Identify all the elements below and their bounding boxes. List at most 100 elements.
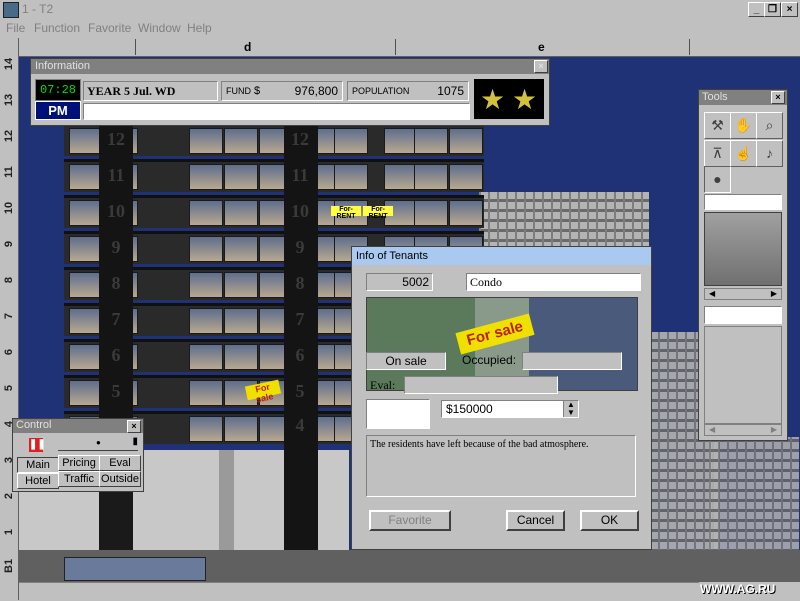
magnifier-icon[interactable]: ⌕: [756, 112, 783, 139]
tools-scrollbar[interactable]: ◀ ▶: [704, 288, 782, 300]
horizontal-scrollbar[interactable]: [19, 582, 699, 601]
minimize-button[interactable]: _: [748, 2, 765, 17]
favorite-button[interactable]: Favorite: [369, 510, 451, 531]
menu-function[interactable]: Function: [34, 21, 80, 35]
information-close-button[interactable]: ×: [534, 60, 548, 73]
pricing-button[interactable]: Pricing: [58, 455, 100, 471]
shaft-floor-number: 11: [107, 165, 125, 185]
condo-unit[interactable]: [449, 128, 483, 154]
menu-file[interactable]: File: [6, 21, 25, 35]
condo-unit[interactable]: [189, 416, 223, 442]
hand-point-icon[interactable]: ☝: [730, 140, 757, 167]
floor-label: 9: [3, 240, 15, 248]
condo-unit[interactable]: [224, 200, 258, 226]
arrow-left-icon[interactable]: ◀: [709, 425, 715, 435]
information-title-bar[interactable]: Information ×: [31, 59, 549, 74]
lobby-pillar: [219, 450, 234, 550]
status-field: On sale: [366, 352, 446, 370]
condo-unit[interactable]: [69, 272, 103, 298]
floor-label: 14: [3, 57, 15, 71]
floor-label: 7: [3, 312, 15, 320]
condo-unit[interactable]: [69, 128, 103, 154]
basement-shops[interactable]: [64, 557, 206, 581]
close-button[interactable]: ×: [781, 2, 798, 17]
speed-slider[interactable]: ● ▮: [58, 436, 138, 451]
main-button[interactable]: Main: [17, 457, 59, 473]
condo-unit[interactable]: [189, 344, 223, 370]
traffic-button[interactable]: Traffic: [58, 471, 100, 487]
star-icon: ★: [512, 84, 538, 115]
title-bar: 1 - T2 _ ❐ ×: [0, 0, 800, 19]
shaft-floor-number: 12: [291, 129, 309, 149]
condo-unit[interactable]: [224, 416, 258, 442]
tenant-dialog-title-bar[interactable]: Info of Tenants: [352, 247, 651, 265]
condo-unit[interactable]: [69, 236, 103, 262]
star-icon: ★: [480, 84, 506, 115]
condo-unit[interactable]: [69, 380, 103, 406]
tools-close-button[interactable]: ×: [771, 91, 785, 104]
eval-button[interactable]: Eval: [99, 455, 141, 471]
condo-unit[interactable]: [189, 128, 223, 154]
condo-unit[interactable]: [69, 344, 103, 370]
condo-unit[interactable]: [449, 164, 483, 190]
condo-unit[interactable]: [69, 308, 103, 334]
condo-unit[interactable]: [69, 200, 103, 226]
ruler-mark-d: d: [244, 40, 252, 54]
tools-title-bar[interactable]: Tools ×: [699, 90, 787, 105]
arrow-right-icon[interactable]: ▶: [771, 289, 777, 299]
condo-unit[interactable]: [334, 164, 368, 190]
condo-unit[interactable]: [189, 308, 223, 334]
condo-unit[interactable]: [224, 308, 258, 334]
tools-category-box[interactable]: [704, 194, 782, 210]
elevator-shaft[interactable]: [284, 450, 318, 550]
eval-value: [404, 376, 558, 394]
slider-thumb[interactable]: ●: [96, 438, 101, 447]
unit-type-field[interactable]: Condo: [466, 273, 641, 291]
ok-button[interactable]: OK: [580, 510, 639, 531]
hammer-icon[interactable]: ⚒: [704, 112, 731, 139]
condo-unit[interactable]: [224, 164, 258, 190]
menu-help[interactable]: Help: [187, 21, 212, 35]
condo-unit[interactable]: [69, 164, 103, 190]
condo-unit[interactable]: [189, 236, 223, 262]
survey-icon[interactable]: ⊼: [704, 140, 731, 167]
condo-unit[interactable]: [224, 236, 258, 262]
tools-scrollbar-lower[interactable]: ◀ ▶: [704, 424, 782, 436]
app-icon[interactable]: [3, 2, 19, 18]
menu-window[interactable]: Window: [138, 21, 181, 35]
condo-unit[interactable]: [384, 128, 418, 154]
condo-unit[interactable]: [224, 344, 258, 370]
outside-button[interactable]: Outside: [99, 471, 141, 487]
condo-unit[interactable]: [334, 128, 368, 154]
cancel-button[interactable]: Cancel: [506, 510, 565, 531]
condo-unit[interactable]: [189, 200, 223, 226]
arrow-right-icon[interactable]: ▶: [771, 425, 777, 435]
maximize-button[interactable]: ❐: [764, 2, 781, 17]
speech-icon[interactable]: ●: [704, 166, 731, 193]
condo-unit[interactable]: [384, 164, 418, 190]
build-item-grid[interactable]: [704, 212, 782, 286]
condo-unit[interactable]: [189, 380, 223, 406]
condo-unit[interactable]: [414, 200, 448, 226]
menu-favorite[interactable]: Favorite: [88, 21, 131, 35]
hotel-button[interactable]: Hotel: [17, 473, 59, 489]
information-window: Information × 07:28 PM YEAR 5 Jul. WD FU…: [30, 58, 550, 126]
condo-unit[interactable]: [189, 164, 223, 190]
condo-unit[interactable]: [414, 128, 448, 154]
hand-grab-icon[interactable]: ✋: [730, 112, 757, 139]
condo-unit[interactable]: [224, 272, 258, 298]
slider-thumb[interactable]: ▮: [132, 436, 138, 447]
arrow-left-icon[interactable]: ◀: [709, 289, 715, 299]
condo-unit[interactable]: [414, 164, 448, 190]
condo-unit[interactable]: [224, 128, 258, 154]
floor-label: B1: [3, 558, 15, 573]
spinner-icon[interactable]: ▲ ▼: [563, 401, 578, 417]
control-title-bar[interactable]: Control ×: [13, 419, 143, 433]
microphone-icon[interactable]: ♪: [756, 140, 783, 167]
star-rating: ★ ★: [474, 79, 544, 119]
pause-icon[interactable]: ❚❚: [29, 438, 46, 452]
condo-unit[interactable]: [189, 272, 223, 298]
control-close-button[interactable]: ×: [127, 420, 141, 433]
price-select[interactable]: $150000 ▲ ▼: [441, 400, 579, 418]
condo-unit[interactable]: [449, 200, 483, 226]
